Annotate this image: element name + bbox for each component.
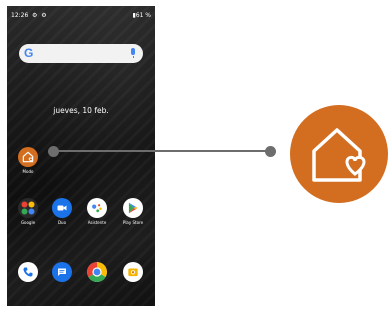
date-widget[interactable]: jueves, 10 feb. bbox=[7, 106, 155, 115]
status-time: 12:26 bbox=[11, 12, 29, 19]
app-chrome[interactable] bbox=[82, 262, 112, 282]
phone-screen: 12:26 ⚙ ⚙ ▮61 % G jueves, 10 feb. Modo G… bbox=[7, 6, 155, 306]
chrome-icon bbox=[87, 262, 107, 282]
phone-icon bbox=[18, 262, 38, 282]
status-battery: ▮61 % bbox=[132, 12, 151, 19]
camera-icon bbox=[123, 262, 143, 282]
google-search-bar[interactable]: G bbox=[19, 44, 143, 63]
status-bar: 12:26 ⚙ ⚙ ▮61 % bbox=[7, 6, 155, 24]
play-store-icon bbox=[123, 198, 143, 218]
google-logo-icon: G bbox=[24, 46, 34, 60]
app-label: Duo bbox=[57, 220, 67, 225]
app-modo[interactable]: Modo bbox=[13, 147, 43, 174]
app-play-store[interactable]: Play Store bbox=[118, 198, 148, 225]
home-heart-icon bbox=[18, 147, 38, 167]
video-camera-icon bbox=[52, 198, 72, 218]
callout-dot-right bbox=[265, 146, 276, 157]
callout-dot-left bbox=[48, 146, 59, 157]
app-label: Asistente bbox=[87, 220, 107, 225]
messages-icon bbox=[52, 262, 72, 282]
app-label: Play Store bbox=[122, 220, 144, 225]
app-camera[interactable] bbox=[118, 262, 148, 282]
status-notification-icons: ⚙ ⚙ bbox=[32, 12, 48, 19]
callout-line bbox=[53, 150, 271, 152]
home-heart-icon bbox=[290, 105, 388, 203]
app-label: Modo bbox=[22, 169, 34, 174]
mic-icon[interactable] bbox=[131, 48, 135, 58]
google-folder-icon bbox=[18, 198, 38, 218]
assistant-icon bbox=[87, 198, 107, 218]
app-google[interactable]: Google bbox=[13, 198, 43, 225]
app-messages[interactable] bbox=[47, 262, 77, 282]
app-duo[interactable]: Duo bbox=[47, 198, 77, 225]
app-asistente[interactable]: Asistente bbox=[82, 198, 112, 225]
app-label: Google bbox=[20, 220, 36, 225]
app-phone[interactable] bbox=[13, 262, 43, 282]
